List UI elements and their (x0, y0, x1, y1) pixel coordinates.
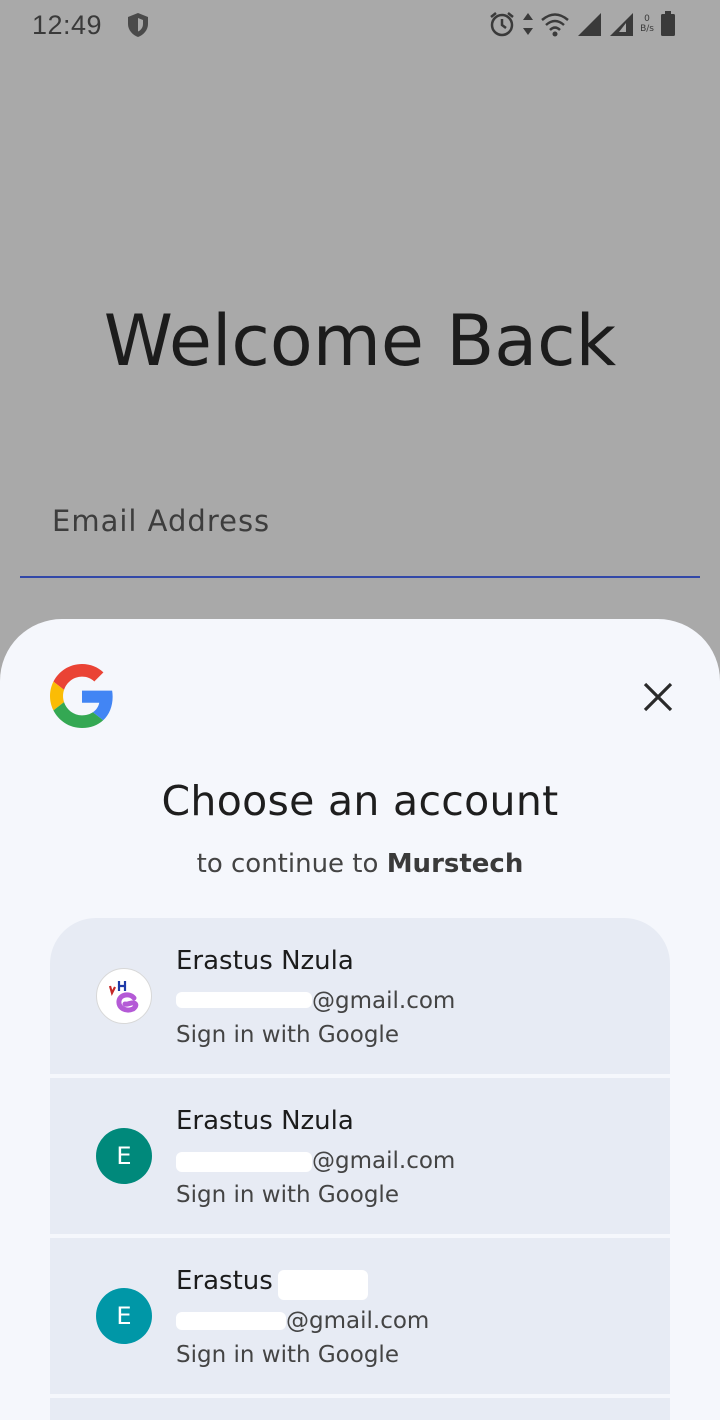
account-name: Erastus Nzula (176, 946, 354, 976)
email-suffix: @gmail.com (286, 1308, 430, 1334)
google-logo-icon (50, 664, 113, 728)
close-button[interactable] (634, 673, 682, 721)
email-suffix: @gmail.com (312, 988, 456, 1014)
avatar: E (96, 1288, 152, 1344)
redaction-mask (176, 1312, 286, 1330)
sheet-title: Choose an account (161, 777, 559, 825)
redaction-mask (176, 992, 312, 1008)
email-address-label[interactable]: Email Address (52, 504, 270, 538)
net-speed: 0 B/s (640, 14, 654, 34)
shield-icon (128, 13, 149, 37)
redaction-mask (176, 1152, 312, 1172)
account-name: Erastus (176, 1266, 273, 1296)
sheet-subtitle: to continue to Murstech (0, 849, 720, 879)
subtitle-prefix: to continue to (196, 849, 379, 879)
account-item[interactable] (50, 1398, 670, 1420)
avatar (96, 968, 152, 1024)
net-speed-unit: B/s (640, 24, 654, 34)
profile-picture-icon (108, 981, 139, 1013)
avatar: E (96, 1128, 152, 1184)
status-icons: 0 B/s (488, 10, 676, 38)
app-name: Murstech (386, 849, 524, 879)
signal-icon (578, 13, 602, 36)
status-bar: 12:49 0 B/s (0, 0, 720, 50)
email-suffix: @gmail.com (312, 1148, 456, 1174)
account-item[interactable]: Erastus Nzula @gmail.com Sign in with Go… (50, 918, 670, 1074)
account-email: @gmail.com (312, 1148, 455, 1174)
account-item[interactable]: E Erastus @gmail.com Sign in with Google (50, 1238, 670, 1394)
battery-icon (661, 11, 675, 36)
account-chooser-sheet: Choose an account to continue to Murstec… (0, 619, 720, 1420)
avatar-letter: E (116, 1302, 132, 1330)
data-arrows-icon (523, 13, 534, 35)
signal-icon (610, 13, 634, 36)
sign-in-label: Sign in with Google (176, 1342, 399, 1368)
account-name: Erastus Nzula (176, 1106, 354, 1136)
alarm-icon (490, 12, 514, 37)
account-list: Erastus Nzula @gmail.com Sign in with Go… (50, 918, 670, 1420)
account-email: @gmail.com (312, 988, 455, 1014)
sign-in-label: Sign in with Google (176, 1022, 399, 1048)
welcome-heading: Welcome Back (103, 300, 617, 382)
net-speed-value: 0 (644, 14, 650, 24)
account-email: @gmail.com (286, 1308, 429, 1334)
avatar-letter: E (116, 1142, 132, 1170)
wifi-icon (541, 13, 569, 37)
status-time: 12:49 (32, 9, 103, 40)
sign-in-label: Sign in with Google (176, 1182, 399, 1208)
redaction-mask (278, 1270, 368, 1300)
email-field-underline (20, 576, 700, 578)
account-item[interactable]: E Erastus Nzula @gmail.com Sign in with … (50, 1078, 670, 1234)
close-icon (643, 682, 673, 712)
